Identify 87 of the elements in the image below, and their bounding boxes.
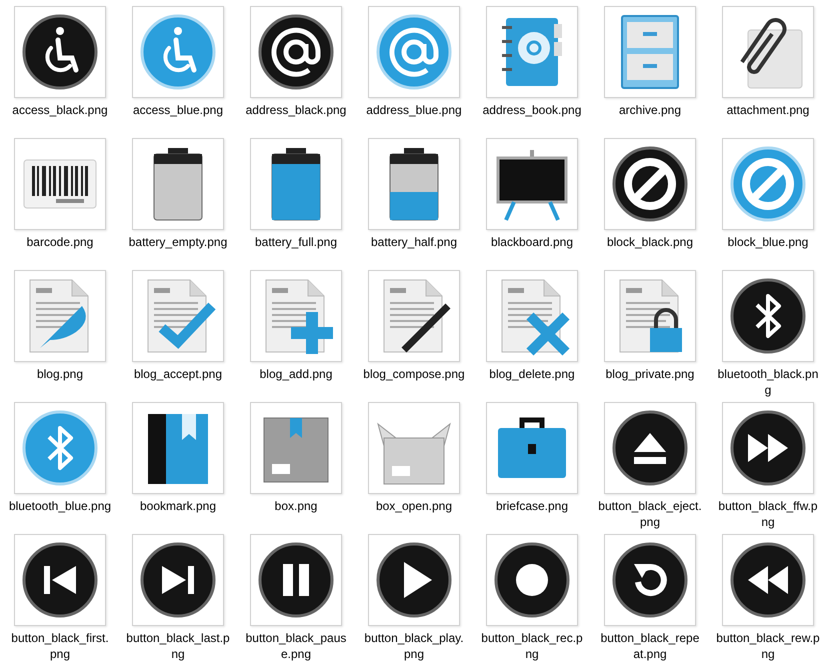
wheelchair-icon <box>20 12 100 92</box>
thumbnail-frame[interactable] <box>722 534 814 626</box>
thumbnail-frame[interactable] <box>604 402 696 494</box>
file-name: block_black.png <box>606 234 694 250</box>
pause-icon <box>256 540 336 620</box>
at-sign-icon <box>256 12 336 92</box>
file-name: address_book.png <box>482 102 582 118</box>
file-name: briefcase.png <box>494 498 570 514</box>
file-name: address_black.png <box>244 102 348 118</box>
thumbnail-frame[interactable] <box>604 6 696 98</box>
file-name: button_black_ffw.png <box>717 498 819 530</box>
rewind-icon <box>728 540 808 620</box>
thumbnail-frame[interactable] <box>368 6 460 98</box>
repeat-icon <box>610 540 690 620</box>
thumbnail-frame[interactable] <box>250 138 342 230</box>
file-name: battery_half.png <box>370 234 458 250</box>
file-name: button_black_last.png <box>126 630 230 662</box>
thumbnail-frame[interactable] <box>368 138 460 230</box>
thumbnail-frame[interactable] <box>486 402 578 494</box>
wheelchair-icon <box>138 12 218 92</box>
thumbnail-frame[interactable] <box>14 6 106 98</box>
thumbnail-frame[interactable] <box>132 6 224 98</box>
file-name: blog_add.png <box>258 366 334 382</box>
file-name: archive.png <box>618 102 682 118</box>
file-name: bookmark.png <box>138 498 218 514</box>
skip-back-icon <box>20 540 100 620</box>
thumbnail-frame[interactable] <box>368 534 460 626</box>
file-name: blog_delete.png <box>488 366 576 382</box>
thumbnail-frame[interactable] <box>132 138 224 230</box>
thumbnail-frame[interactable] <box>486 270 578 362</box>
file-name: button_black_rew.png <box>716 630 820 662</box>
thumbnail-frame[interactable] <box>722 6 814 98</box>
file-name: address_blue.png <box>365 102 463 118</box>
bluetooth-icon <box>728 276 808 356</box>
file-name: blog_private.png <box>604 366 696 382</box>
thumbnail-frame[interactable] <box>486 534 578 626</box>
file-name: bluetooth_black.png <box>716 366 820 398</box>
file-name: blog_compose.png <box>362 366 466 382</box>
at-sign-icon <box>374 12 454 92</box>
eject-icon <box>610 408 690 488</box>
file-name: box_open.png <box>374 498 454 514</box>
thumbnail-frame[interactable] <box>722 270 814 362</box>
thumbnail-frame[interactable] <box>250 402 342 494</box>
file-name: blog_accept.png <box>132 366 224 382</box>
file-name: block_blue.png <box>726 234 810 250</box>
file-name: access_blue.png <box>132 102 224 118</box>
file-name: access_black.png <box>11 102 109 118</box>
file-name: button_black_first.png <box>10 630 110 662</box>
file-name: button_black_pause.png <box>244 630 348 662</box>
thumbnail-frame[interactable] <box>722 138 814 230</box>
record-icon <box>492 540 572 620</box>
file-name: battery_empty.png <box>128 234 228 250</box>
thumbnail-frame[interactable] <box>250 534 342 626</box>
no-entry-icon <box>728 144 808 224</box>
thumbnail-frame[interactable] <box>722 402 814 494</box>
thumbnail-frame[interactable] <box>132 270 224 362</box>
fast-forward-icon <box>728 408 808 488</box>
thumbnail-frame[interactable] <box>14 270 106 362</box>
file-name: blackboard.png <box>490 234 574 250</box>
file-name: barcode.png <box>26 234 94 250</box>
file-name: button_black_play.png <box>363 630 465 662</box>
thumbnail-frame[interactable] <box>486 138 578 230</box>
file-name: blog.png <box>36 366 84 382</box>
file-name: attachment.png <box>726 102 810 118</box>
thumbnail-frame[interactable] <box>604 138 696 230</box>
file-name: button_black_rec.png <box>480 630 584 662</box>
thumbnail-frame[interactable] <box>250 6 342 98</box>
thumbnail-frame[interactable] <box>604 270 696 362</box>
bluetooth-icon <box>20 408 100 488</box>
thumbnail-frame[interactable] <box>14 402 106 494</box>
skip-forward-icon <box>138 540 218 620</box>
thumbnail-frame[interactable] <box>250 270 342 362</box>
file-name: button_black_repeat.png <box>600 630 700 662</box>
no-entry-icon <box>610 144 690 224</box>
file-name: button_black_eject.png <box>598 498 702 530</box>
thumbnail-frame[interactable] <box>368 402 460 494</box>
thumbnail-frame[interactable] <box>604 534 696 626</box>
thumbnail-frame[interactable] <box>486 6 578 98</box>
play-icon <box>374 540 454 620</box>
thumbnail-frame[interactable] <box>14 534 106 626</box>
thumbnail-frame[interactable] <box>132 534 224 626</box>
thumbnail-frame[interactable] <box>14 138 106 230</box>
thumbnail-frame[interactable] <box>368 270 460 362</box>
thumbnail-frame[interactable] <box>132 402 224 494</box>
file-name: box.png <box>274 498 318 514</box>
file-name: battery_full.png <box>254 234 338 250</box>
file-name: bluetooth_blue.png <box>8 498 112 514</box>
